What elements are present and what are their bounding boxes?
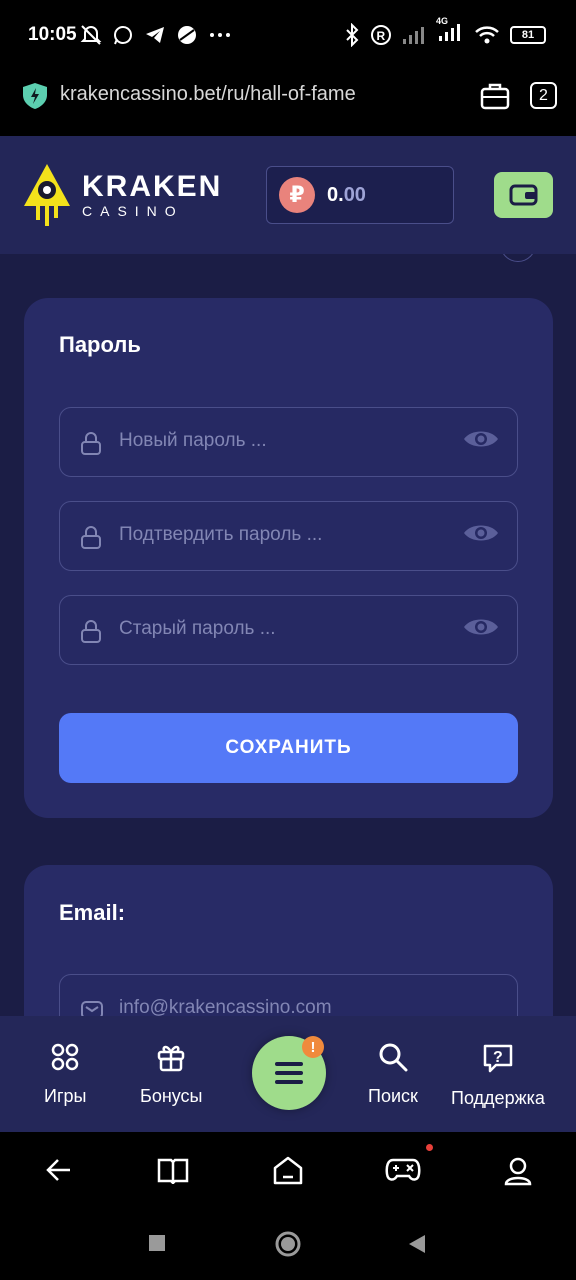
nav-label-support: Поддержка bbox=[451, 1088, 545, 1108]
nav-label-search: Поиск bbox=[368, 1086, 418, 1106]
confirm-password-field[interactable]: Подтвердить пароль ... bbox=[59, 501, 518, 571]
profile-content: Пароль Новый пароль ... Подтвердить паро… bbox=[0, 254, 576, 1016]
battery-indicator: 81 bbox=[510, 25, 546, 44]
wallet-icon bbox=[509, 184, 537, 206]
notification-dot bbox=[426, 1144, 433, 1151]
bluetooth-icon bbox=[346, 22, 359, 47]
back-arrow-icon[interactable] bbox=[44, 1156, 72, 1184]
home-icon[interactable] bbox=[272, 1156, 304, 1186]
old-password-field[interactable]: Старый пароль ... bbox=[59, 595, 518, 665]
mail-icon bbox=[81, 1001, 103, 1016]
nav-item-support[interactable]: ? Поддержка bbox=[451, 1042, 545, 1109]
browser-toolbar bbox=[0, 1132, 576, 1212]
new-password-field[interactable]: Новый пароль ... bbox=[59, 407, 518, 477]
registered-icon: R bbox=[371, 24, 391, 45]
balance-integer: 0. bbox=[327, 183, 344, 206]
more-icon bbox=[210, 33, 230, 37]
system-nav-bar bbox=[0, 1212, 576, 1280]
email-field[interactable]: info@krakencassino.com bbox=[59, 974, 518, 1016]
lock-icon bbox=[81, 432, 101, 455]
save-button[interactable]: СОХРАНИТЬ bbox=[59, 713, 518, 783]
logo-main-text: KRAKEN bbox=[82, 170, 223, 203]
nav-item-games[interactable]: Игры bbox=[44, 1042, 86, 1107]
logo-sub-text: CASINO bbox=[82, 203, 184, 219]
support-icon: ? bbox=[483, 1044, 513, 1073]
hamburger-icon bbox=[275, 1062, 303, 1084]
whatsapp-icon bbox=[114, 26, 132, 45]
grid-icon bbox=[51, 1043, 79, 1071]
nav-item-bonuses[interactable]: Бонусы bbox=[140, 1042, 203, 1107]
balance-decimal: 00 bbox=[343, 183, 366, 206]
kraken-logo[interactable]: KRAKEN CASINO bbox=[22, 162, 222, 228]
signal-icon bbox=[403, 26, 424, 44]
telegram-icon bbox=[146, 27, 164, 43]
wallet-button[interactable] bbox=[494, 172, 553, 218]
site-header: KRAKEN CASINO ₽ 0. 00 bbox=[0, 136, 576, 254]
balance-display[interactable]: ₽ 0. 00 bbox=[266, 166, 454, 224]
bottom-nav: Игры Бонусы ! Поиск ? Поддержка bbox=[0, 1016, 576, 1132]
nav-item-search[interactable]: Поиск bbox=[368, 1042, 418, 1107]
search-icon bbox=[379, 1043, 408, 1072]
kraken-logo-icon bbox=[24, 164, 70, 226]
shield-icon bbox=[23, 83, 47, 109]
status-bar: 10:05 R 4G 81 bbox=[0, 0, 576, 70]
briefcase-icon[interactable] bbox=[480, 82, 510, 110]
browser-url-bar[interactable]: krakencassino.bet/ru/hall-of-fame 2 bbox=[0, 70, 576, 136]
profile-icon[interactable] bbox=[503, 1156, 533, 1186]
status-time: 10:05 bbox=[28, 24, 77, 45]
muted-bell-icon bbox=[80, 25, 102, 45]
eye-icon[interactable] bbox=[463, 522, 499, 544]
old-password-placeholder: Старый пароль ... bbox=[119, 618, 276, 639]
network-type: 4G bbox=[436, 16, 449, 26]
new-password-placeholder: Новый пароль ... bbox=[119, 430, 267, 451]
wifi-icon bbox=[475, 25, 499, 43]
svg-text:?: ? bbox=[493, 1049, 503, 1066]
back-triangle-icon[interactable] bbox=[408, 1234, 426, 1254]
lock-icon bbox=[81, 526, 101, 549]
gamepad-icon[interactable] bbox=[385, 1156, 421, 1184]
eye-icon[interactable] bbox=[463, 428, 499, 450]
confirm-password-placeholder: Подтвердить пароль ... bbox=[119, 524, 323, 545]
email-card: Email: info@krakencassino.com bbox=[24, 865, 553, 1016]
partial-element bbox=[500, 254, 536, 262]
password-card-title: Пароль bbox=[59, 332, 141, 357]
lock-icon bbox=[81, 620, 101, 643]
nav-label-games: Игры bbox=[44, 1086, 87, 1106]
book-icon[interactable] bbox=[157, 1156, 189, 1184]
email-card-title: Email: bbox=[59, 900, 126, 925]
password-card: Пароль Новый пароль ... Подтвердить паро… bbox=[24, 298, 553, 818]
tab-count-button[interactable]: 2 bbox=[530, 82, 557, 109]
ruble-coin-icon: ₽ bbox=[279, 177, 315, 213]
app-ball-icon bbox=[178, 26, 196, 44]
home-circle-icon[interactable] bbox=[274, 1230, 302, 1258]
svg-text:R: R bbox=[377, 29, 386, 43]
eye-icon[interactable] bbox=[463, 616, 499, 638]
gift-icon bbox=[158, 1045, 185, 1072]
email-value: info@krakencassino.com bbox=[119, 997, 332, 1016]
recent-apps-icon[interactable] bbox=[148, 1234, 166, 1252]
url-text[interactable]: krakencassino.bet/ru/hall-of-fame bbox=[60, 83, 356, 106]
nav-label-bonuses: Бонусы bbox=[140, 1086, 203, 1106]
menu-alert-badge: ! bbox=[302, 1036, 324, 1058]
